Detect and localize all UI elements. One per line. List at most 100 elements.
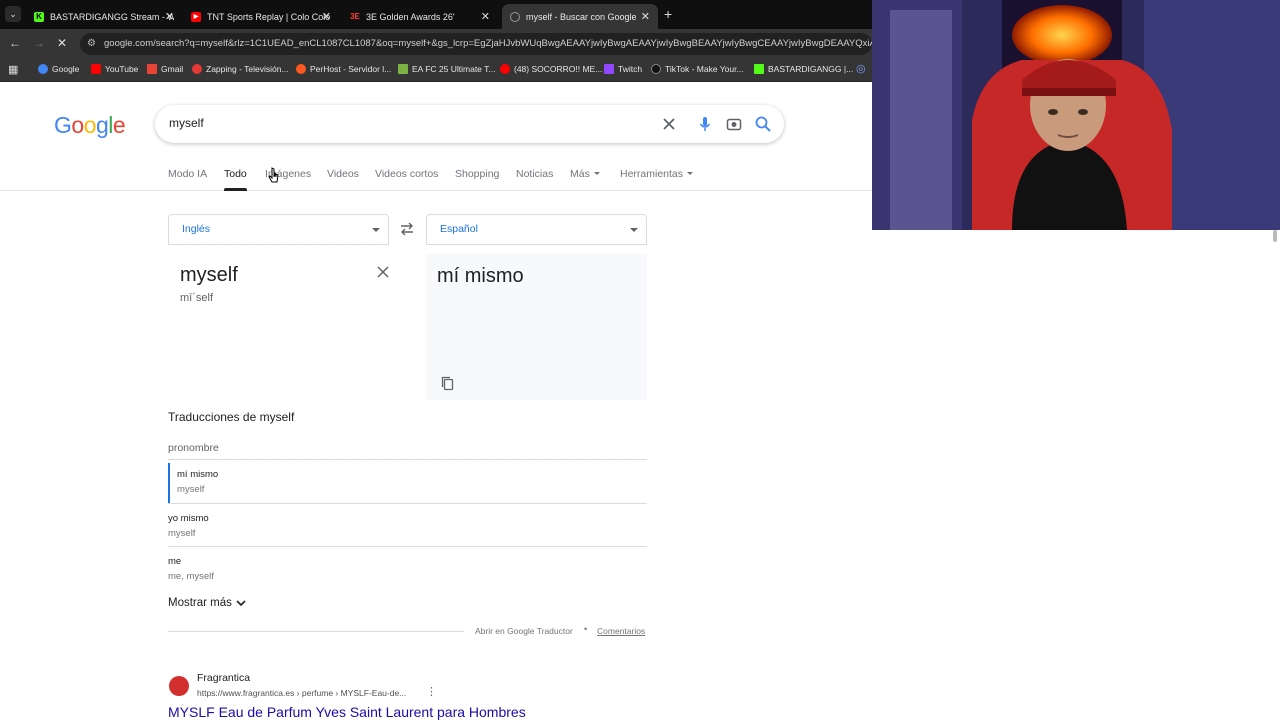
dropdown-arrow-icon [630,228,638,232]
perhost-icon [296,64,306,74]
translation-word: me [168,556,182,567]
page-scrollbar[interactable] [1270,230,1280,720]
bookmark-google[interactable]: Google [38,64,79,74]
tab-title: myself - Buscar con Google [526,11,637,22]
zapping-icon [192,64,202,74]
webcam-overlay [872,0,1280,230]
tab-title: BASTARDIGANGG Stream - Wa [50,11,174,22]
tab-search-button[interactable]: ⌄ [5,6,21,22]
open-google-translate-link[interactable]: Abrir en Google Traductor [475,626,573,636]
back-translation: me, myself [168,571,214,582]
scrollbar-thumb[interactable] [1273,230,1277,242]
browser-tab-youtube[interactable]: ▶ TNT Sports Replay | Colo Colo ✕ [183,4,339,29]
translation-row[interactable]: me me, myself [168,546,647,590]
bookmarks-bar: ▦ Google YouTube Gmail Zapping - Televis… [0,59,872,82]
chevron-down-icon [236,599,246,606]
result-url[interactable]: https://www.fragrantica.es › perfume › M… [197,688,406,698]
forward-icon[interactable]: → [33,36,45,50]
feedback-link[interactable]: Comentarios [597,626,645,636]
translated-text: mí mismo [437,265,524,287]
3e-icon: 3E [350,11,360,21]
target-language-select[interactable]: Español [426,214,647,245]
search-icon[interactable] [754,115,772,133]
close-icon[interactable]: ✕ [481,10,490,23]
translation-row[interactable]: yo mismo myself [168,503,647,547]
tiktok-icon [651,64,661,74]
youtube-icon [500,64,510,74]
extension-icon[interactable]: ◎ [856,62,866,75]
youtube-icon: ▶ [191,11,201,22]
microphone-icon[interactable] [696,115,714,133]
tab-videos-cortos[interactable]: Videos cortos [375,168,438,180]
more-options-icon[interactable]: ⋮ [426,685,437,698]
tab-shopping[interactable]: Shopping [455,168,499,180]
bookmark-socorro[interactable]: (48) SOCORRO!! ME... [500,64,602,74]
back-icon[interactable]: ← [9,36,21,50]
youtube-icon [91,64,101,74]
url-text: google.com/search?q=myself&rlz=1C1UEAD_e… [104,38,872,49]
show-more-button[interactable]: Mostrar más [168,597,246,609]
back-translation: myself [168,528,196,539]
twitch-icon [604,64,614,74]
bookmark-eafc[interactable]: EA FC 25 Ultimate T... [398,64,495,74]
tab-videos[interactable]: Videos [327,168,359,180]
separator-dot: • [584,624,588,634]
search-input[interactable]: myself [169,116,204,130]
camera-lens-icon[interactable] [725,115,743,133]
tab-noticias[interactable]: Noticias [516,168,553,180]
new-tab-button[interactable]: + [664,6,672,22]
tab-herramientas[interactable]: Herramientas [620,168,683,180]
tab-modo-ia[interactable]: Modo IA [168,168,207,180]
bookmark-zapping[interactable]: Zapping - Televisión... [192,64,289,74]
google-logo[interactable]: Google [54,112,126,139]
close-icon[interactable]: ✕ [322,10,331,23]
tab-title: TNT Sports Replay | Colo Colo [207,11,331,22]
bookmark-twitch[interactable]: Twitch [604,64,642,74]
google-icon [510,11,520,22]
source-language-select[interactable]: Inglés [168,214,389,245]
browser-tab-kick[interactable]: K BASTARDIGANGG Stream - Wa ✕ [26,4,182,29]
translation-output-panel: mí mismo [426,254,647,400]
google-icon [38,64,48,74]
dropdown-arrow-icon [372,228,380,232]
clear-icon[interactable] [660,115,678,133]
search-box[interactable]: myself [155,105,784,143]
clear-source-icon[interactable] [377,266,389,278]
translation-word: yo mismo [168,513,209,524]
mouse-cursor-icon [268,167,279,183]
search-nav-tabs: Modo IA Todo Imágenes Videos Videos cort… [0,160,872,191]
apps-grid-icon[interactable]: ▦ [8,63,18,76]
bookmark-perhost[interactable]: PerHost - Servidor l... [296,64,391,74]
close-icon[interactable]: ✕ [165,10,174,23]
stop-loading-icon[interactable]: ✕ [57,36,67,50]
site-info-icon[interactable]: ⚙ [87,33,96,55]
bookmark-youtube[interactable]: YouTube [91,64,138,74]
translation-word: mí mismo [177,469,219,480]
gmail-icon [147,64,157,74]
swap-languages-icon[interactable] [399,222,415,236]
bookmark-gmail[interactable]: Gmail [147,64,183,74]
tab-todo[interactable]: Todo [224,168,247,180]
result-title-link[interactable]: MYSLF Eau de Parfum Yves Saint Laurent p… [168,704,526,720]
tab-title: 3E Golden Awards 26' [366,11,455,22]
browser-tab-3e[interactable]: 3E 3E Golden Awards 26' ✕ [342,4,498,29]
translation-row[interactable]: mí mismo myself [168,459,647,503]
tab-mas[interactable]: Más [570,168,590,180]
browser-tab-google[interactable]: myself - Buscar con Google ✕ [502,4,658,29]
bookmark-bastardigangg[interactable]: BASTARDIGANGG |... [754,64,853,74]
close-icon[interactable]: ✕ [641,10,650,23]
address-bar[interactable]: ⚙ google.com/search?q=myself&rlz=1C1UEAD… [80,33,872,55]
caret-down-icon [687,172,693,175]
tab-strip: ⌄ K BASTARDIGANGG Stream - Wa ✕ ▶ TNT Sp… [0,0,872,29]
kick-icon: K [34,11,44,22]
google-results-page: Google myself Modo IA Todo Imágenes Vide… [0,84,872,720]
bookmark-tiktok[interactable]: TikTok - Make Your... [651,64,744,74]
result-site-name[interactable]: Fragrantica [197,672,250,684]
translations-heading: Traducciones de myself [168,410,295,424]
copy-icon[interactable] [441,376,454,391]
source-text[interactable]: myself [180,264,238,287]
phonetic-text: mī´self [180,292,213,304]
caret-down-icon [594,172,600,175]
fragrantica-favicon [169,676,189,696]
kick-icon [754,64,764,74]
